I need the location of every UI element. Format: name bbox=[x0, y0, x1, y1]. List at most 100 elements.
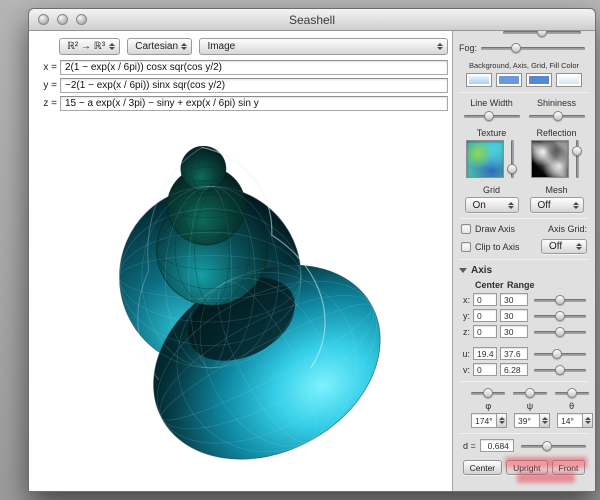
x-axis-slider[interactable] bbox=[534, 294, 586, 306]
updown-arrows-icon bbox=[437, 43, 443, 50]
distance-row: d = 0.684 bbox=[459, 439, 589, 452]
slider-knob[interactable] bbox=[537, 31, 547, 37]
slider-knob[interactable] bbox=[572, 146, 582, 156]
phi-field[interactable]: 174° bbox=[471, 413, 497, 428]
v-range-field[interactable]: 6.28 bbox=[500, 363, 528, 376]
window-title: Seashell bbox=[29, 13, 595, 27]
v-range-slider[interactable] bbox=[534, 364, 586, 376]
clipped-slider[interactable] bbox=[503, 31, 581, 38]
y-center-field[interactable]: 0 bbox=[473, 309, 497, 322]
shininess-slider[interactable] bbox=[529, 110, 585, 122]
slider-knob[interactable] bbox=[542, 441, 552, 451]
slider-knob[interactable] bbox=[567, 388, 577, 398]
fog-row: Fog: bbox=[459, 42, 589, 54]
axis-row-y: y: 0 30 bbox=[459, 309, 589, 322]
axis-grid-popup[interactable]: Off bbox=[541, 239, 587, 254]
display-mode-popup-label: Image bbox=[207, 41, 235, 52]
shininess-label: Shininess bbox=[524, 98, 589, 108]
z-center-field[interactable]: 0 bbox=[473, 325, 497, 338]
display-mode-popup[interactable]: Image bbox=[199, 38, 448, 55]
equation-input-y[interactable]: −2(1 − exp(x / 6pi)) sinx sqr(cos y/2) bbox=[60, 78, 448, 93]
slider-knob[interactable] bbox=[507, 164, 517, 174]
equation-pane: ℝ² → ℝ³ Cartesian Image x = 2(1 − exp(x … bbox=[29, 31, 453, 491]
d-label: d = bbox=[463, 441, 476, 451]
line-width-slider[interactable] bbox=[464, 110, 520, 122]
front-button[interactable]: Front bbox=[552, 460, 586, 475]
zoom-button[interactable] bbox=[76, 14, 87, 25]
slider-knob[interactable] bbox=[555, 311, 565, 321]
fill-color-well[interactable] bbox=[556, 73, 582, 87]
draw-axis-checkbox[interactable] bbox=[461, 224, 471, 234]
y-axis-slider[interactable] bbox=[534, 310, 586, 322]
x-center-field[interactable]: 0 bbox=[473, 293, 497, 306]
close-button[interactable] bbox=[38, 14, 49, 25]
plot-canvas[interactable] bbox=[29, 118, 452, 491]
center-button[interactable]: Center bbox=[463, 460, 503, 475]
grid-color-well[interactable] bbox=[526, 73, 552, 87]
disclosure-triangle-icon bbox=[459, 268, 467, 273]
mesh-popup[interactable]: Off bbox=[530, 197, 584, 213]
texture-slider[interactable] bbox=[507, 140, 518, 178]
slider-knob[interactable] bbox=[555, 365, 565, 375]
axis-grid-label: Axis Grid: bbox=[548, 224, 587, 234]
phi-stepper[interactable] bbox=[497, 413, 507, 428]
minimize-button[interactable] bbox=[57, 14, 68, 25]
clip-to-axis-option[interactable]: Clip to Axis bbox=[461, 242, 520, 252]
draw-axis-option[interactable]: Draw Axis bbox=[461, 224, 515, 234]
theta-field[interactable]: 14° bbox=[557, 413, 583, 428]
coordinates-popup[interactable]: Cartesian bbox=[127, 38, 192, 55]
axis-color-well[interactable] bbox=[496, 73, 522, 87]
d-field[interactable]: 0.684 bbox=[480, 439, 514, 452]
u-range-field[interactable]: 37.6 bbox=[500, 347, 528, 360]
z-range-field[interactable]: 30 bbox=[500, 325, 528, 338]
reflection-thumbnail[interactable] bbox=[531, 140, 569, 178]
mesh-label: Mesh bbox=[524, 185, 589, 195]
equation-row-x: x = 2(1 − exp(x / 6pi)) cosx sqr(cos y/2… bbox=[37, 60, 448, 75]
title-bar[interactable]: Seashell bbox=[29, 9, 595, 31]
texture-thumbnail[interactable] bbox=[466, 140, 504, 178]
fog-slider[interactable] bbox=[481, 42, 585, 54]
divider bbox=[460, 259, 588, 260]
axis-row-x: x: 0 30 bbox=[459, 293, 589, 306]
updown-arrows-icon bbox=[573, 202, 579, 209]
slider-knob[interactable] bbox=[555, 295, 565, 305]
axis-grid-popup-value: Off bbox=[549, 241, 562, 252]
v-center-field[interactable]: 0 bbox=[473, 363, 497, 376]
y-range-field[interactable]: 30 bbox=[500, 309, 528, 322]
equation-label-z: z = bbox=[37, 98, 57, 109]
phi-slider[interactable] bbox=[471, 387, 505, 399]
equation-input-x[interactable]: 2(1 − exp(x / 6pi)) cosx sqr(cos y/2) bbox=[60, 60, 448, 75]
dimension-popup[interactable]: ℝ² → ℝ³ bbox=[59, 38, 120, 55]
psi-stepper[interactable] bbox=[540, 413, 550, 428]
psi-field[interactable]: 39° bbox=[514, 413, 540, 428]
background-color-well[interactable] bbox=[466, 73, 492, 87]
axis-section-header[interactable]: Axis bbox=[459, 265, 589, 276]
slider-knob[interactable] bbox=[552, 349, 562, 359]
equation-toolbar: ℝ² → ℝ³ Cartesian Image bbox=[29, 31, 452, 60]
theta-stepper[interactable] bbox=[583, 413, 593, 428]
psi-slider[interactable] bbox=[513, 387, 547, 399]
reflection-slider[interactable] bbox=[572, 140, 583, 178]
grid-popup[interactable]: On bbox=[465, 197, 519, 213]
d-slider[interactable] bbox=[521, 440, 586, 452]
axis-row-label: z: bbox=[459, 327, 470, 337]
upright-button[interactable]: Upright bbox=[506, 460, 547, 475]
u-center-field[interactable]: 19.4 bbox=[473, 347, 497, 360]
updown-arrows-icon bbox=[181, 43, 187, 50]
clip-to-axis-checkbox[interactable] bbox=[461, 242, 471, 252]
slider-knob[interactable] bbox=[511, 43, 521, 53]
u-range-slider[interactable] bbox=[534, 348, 586, 360]
theta-slider[interactable] bbox=[555, 387, 589, 399]
clip-to-axis-label: Clip to Axis bbox=[475, 242, 520, 252]
slider-knob[interactable] bbox=[555, 327, 565, 337]
slider-knob[interactable] bbox=[483, 388, 493, 398]
x-range-field[interactable]: 30 bbox=[500, 293, 528, 306]
mesh-popup-value: Off bbox=[538, 200, 551, 211]
divider bbox=[460, 92, 588, 93]
slider-knob[interactable] bbox=[525, 388, 535, 398]
equation-input-z[interactable]: 15 − a exp(x / 3pi) − siny + exp(x / 6pi… bbox=[60, 96, 448, 111]
z-axis-slider[interactable] bbox=[534, 326, 586, 338]
slider-knob[interactable] bbox=[553, 111, 563, 121]
slider-knob[interactable] bbox=[484, 111, 494, 121]
clipped-top-row bbox=[459, 31, 589, 40]
